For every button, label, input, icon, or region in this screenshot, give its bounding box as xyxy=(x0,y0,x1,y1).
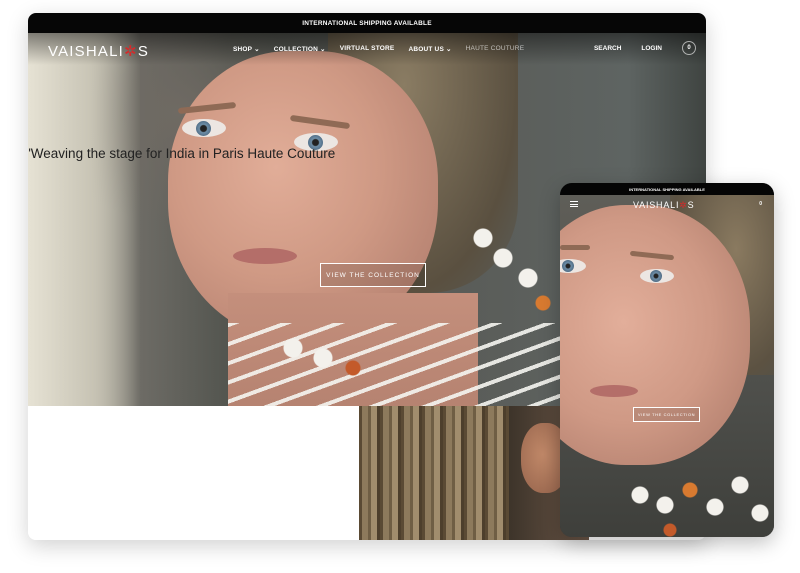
chevron-down-icon: ⌄ xyxy=(254,46,260,53)
mobile-brand-logo[interactable]: VAISHALI✲S xyxy=(633,200,694,211)
search-link[interactable]: SEARCH xyxy=(594,45,621,52)
nav-item-haute-couture[interactable]: HAUTE COUTURE xyxy=(466,45,525,53)
announcement-bar: INTERNATIONAL SHIPPING AVAILABLE xyxy=(28,13,706,33)
logo-text-suffix: S xyxy=(137,43,150,60)
logo-text-prefix: VAISHALI xyxy=(633,200,680,210)
main-nav: SHOP ⌄ COLLECTION ⌄ VIRTUAL STORE ABOUT … xyxy=(233,45,524,53)
mobile-left-brow xyxy=(560,245,590,250)
mobile-necklace-shape xyxy=(600,435,774,537)
header-actions: SEARCH LOGIN 0 xyxy=(594,41,696,55)
nav-item-virtual-store[interactable]: VIRTUAL STORE xyxy=(340,45,395,53)
nav-label: ABOUT US xyxy=(408,46,444,53)
logo-text-suffix: S xyxy=(687,200,695,210)
nav-label: SHOP xyxy=(233,46,253,53)
cart-icon[interactable]: 0 xyxy=(682,41,696,55)
mobile-hero-image xyxy=(560,195,774,537)
view-collection-button[interactable]: VIEW THE COLLECTION xyxy=(320,263,426,287)
logo-star-icon: ✲ xyxy=(124,43,138,60)
logo-star-icon: ✲ xyxy=(679,200,688,210)
nav-item-collection[interactable]: COLLECTION ⌄ xyxy=(274,45,326,53)
mobile-mockup: INTERNATIONAL SHIPPING AVAILABLE VAISHAL… xyxy=(560,183,774,537)
curtain-shape xyxy=(28,33,140,406)
nav-item-shop[interactable]: SHOP ⌄ xyxy=(233,45,260,53)
mobile-cart-icon[interactable]: 0 xyxy=(759,201,762,207)
nav-item-about-us[interactable]: ABOUT US ⌄ xyxy=(408,45,451,53)
cart-count: 0 xyxy=(687,45,691,51)
mobile-header: VAISHALI✲S 0 xyxy=(560,195,774,215)
mobile-face-shape xyxy=(560,205,750,465)
chevron-down-icon: ⌄ xyxy=(320,46,326,53)
left-eye xyxy=(182,119,226,137)
main-header: VAISHALI✲S SHOP ⌄ COLLECTION ⌄ VIRTUAL S… xyxy=(28,33,706,65)
brand-logo[interactable]: VAISHALI✲S xyxy=(48,42,149,60)
login-link[interactable]: LOGIN xyxy=(641,45,662,52)
chevron-down-icon: ⌄ xyxy=(446,46,452,53)
mobile-announcement-bar: INTERNATIONAL SHIPPING AVAILABLE xyxy=(560,183,774,195)
quote-heading: "Weaving the stage for India in Paris Ha… xyxy=(28,146,336,161)
mobile-lips-shape xyxy=(590,385,638,397)
menu-icon[interactable] xyxy=(570,201,578,207)
mobile-right-eye xyxy=(640,269,674,283)
nav-label: COLLECTION xyxy=(273,46,319,53)
tree-bark-image xyxy=(359,406,509,540)
showcase-stage: INTERNATIONAL SHIPPING AVAILABLE VAISHAL… xyxy=(0,0,800,573)
mobile-view-collection-button[interactable]: VIEW THE COLLECTION xyxy=(633,407,700,422)
logo-text-prefix: VAISHALI xyxy=(48,43,125,60)
